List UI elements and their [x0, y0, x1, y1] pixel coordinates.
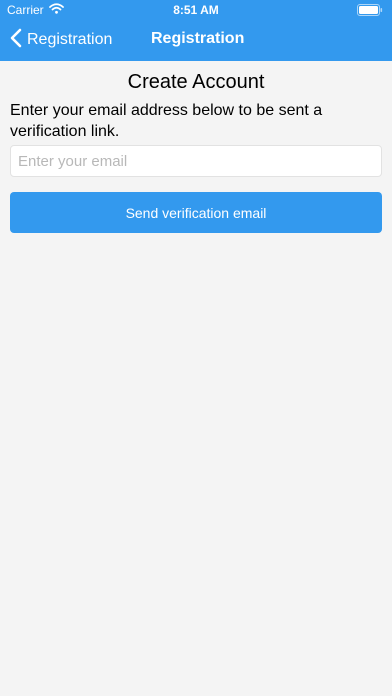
status-right — [357, 4, 383, 19]
app-header: Carrier 8:51 AM Registration Registratio… — [0, 0, 392, 61]
instructions-text: Enter your email address below to be sen… — [10, 102, 323, 140]
status-bar: Carrier 8:51 AM — [0, 0, 392, 20]
battery-icon — [357, 4, 383, 19]
nav-title: Registration — [151, 30, 245, 47]
email-input[interactable] — [10, 145, 382, 177]
back-button-label: Registration — [27, 31, 113, 48]
page-title: Create Account — [127, 71, 265, 93]
status-time: 8:51 AM — [173, 3, 219, 17]
navigation-bar: Registration Registration — [0, 20, 392, 61]
chevron-left-icon — [10, 28, 22, 53]
send-verification-button[interactable]: Send verification email — [10, 192, 382, 233]
back-button[interactable]: Registration — [10, 28, 112, 52]
